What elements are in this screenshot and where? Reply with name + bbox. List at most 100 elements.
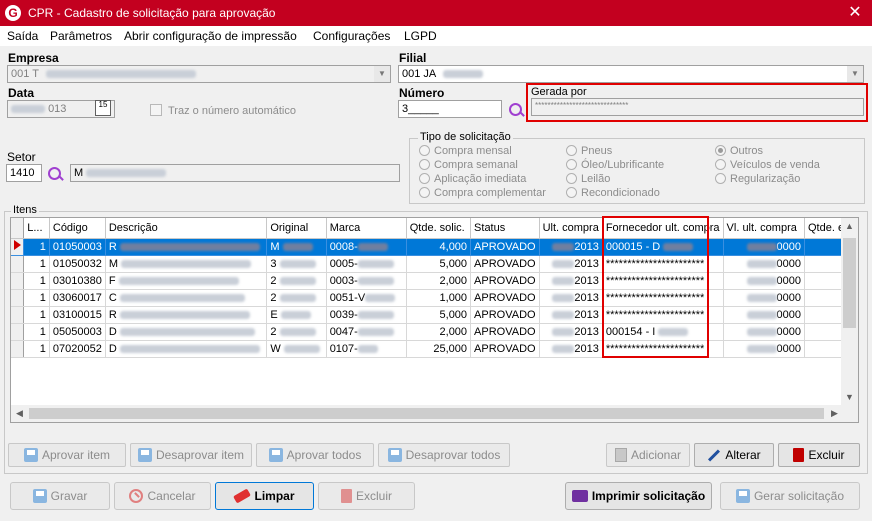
table-row[interactable]: 1 07020052 D W 0107- 25,000 APROVADO 201… (11, 340, 858, 358)
numero-label: Número (399, 86, 445, 100)
header-l[interactable]: L... (23, 218, 50, 239)
radio-circle[interactable] (419, 173, 430, 184)
radio-label: Compra semanal (434, 159, 518, 171)
header-ult-compra[interactable]: Ult. compra (539, 218, 603, 239)
scroll-thumb[interactable] (843, 238, 856, 328)
gravar-button[interactable]: Gravar (10, 482, 110, 510)
header-qtde-solic[interactable]: Qtde. solic. (406, 218, 472, 239)
radio-circle[interactable] (419, 159, 430, 170)
table-row[interactable]: 1 03100015 R E 0039- 5,000 APROVADO 2013… (11, 306, 858, 324)
numero-field[interactable]: 3_____ (398, 100, 502, 118)
cancelar-button[interactable]: Cancelar (114, 482, 211, 510)
radio-pneus[interactable]: Pneus (566, 145, 612, 157)
menu-configuracoes[interactable]: Configurações (313, 29, 390, 43)
radio-circle[interactable] (419, 145, 430, 156)
header-indicator (11, 218, 25, 239)
vertical-scrollbar[interactable]: ▲ ▼ (841, 218, 858, 406)
search-icon[interactable] (508, 102, 524, 118)
radio-circle[interactable] (566, 159, 577, 170)
redacted (357, 259, 394, 268)
adicionar-button[interactable]: Adicionar (606, 443, 690, 467)
scroll-right-icon[interactable]: ▶ (826, 405, 843, 422)
menu-lgpd[interactable]: LGPD (404, 29, 437, 43)
table-row[interactable]: 1 03010380 F 2 0003- 2,000 APROVADO 2013… (11, 272, 858, 290)
radio-leilao[interactable]: Leilão (566, 173, 610, 185)
radio-circle-selected[interactable] (715, 145, 726, 156)
gerar-solicitacao-button[interactable]: Gerar solicitação (720, 482, 860, 510)
radio-veiculos-venda[interactable]: Veículos de venda (715, 159, 820, 171)
aprovar-todos-button[interactable]: Aprovar todos (256, 443, 374, 467)
aprovar-item-button[interactable]: Aprovar item (8, 443, 126, 467)
row-indicator (11, 238, 25, 256)
scroll-down-icon[interactable]: ▼ (841, 389, 858, 406)
cell-original-text: M (270, 240, 280, 253)
radio-circle[interactable] (419, 187, 430, 198)
header-descricao[interactable]: Descrição (105, 218, 268, 239)
empresa-dropdown[interactable]: 001 T ▼ (7, 65, 391, 83)
header-codigo[interactable]: Código (49, 218, 106, 239)
horizontal-scrollbar[interactable]: ◀ ▶ (11, 405, 858, 422)
header-original[interactable]: Original (266, 218, 327, 239)
radio-compra-complementar[interactable]: Compra complementar (419, 187, 546, 199)
radio-circle[interactable] (715, 159, 726, 170)
radio-label: Aplicação imediata (434, 173, 527, 185)
alterar-button[interactable]: Alterar (694, 443, 774, 467)
header-vl-ult-compra[interactable]: Vl. ult. compra (723, 218, 805, 239)
radio-compra-mensal[interactable]: Compra mensal (419, 145, 512, 157)
itens-table[interactable]: L... Código Descrição Original Marca Qtd… (10, 217, 859, 423)
excluir-item-button[interactable]: Excluir (778, 443, 860, 467)
chevron-down-icon[interactable]: ▼ (847, 66, 863, 82)
menu-abrir-configuracao-impressao[interactable]: Abrir configuração de impressão (124, 29, 297, 43)
traz-numero-checkbox[interactable]: Traz o número automático (150, 104, 296, 117)
checkbox-box[interactable] (150, 104, 162, 116)
filial-dropdown[interactable]: 001 JA ▼ (398, 65, 864, 83)
redacted (119, 242, 260, 251)
redacted (552, 310, 575, 319)
desaprovar-todos-button[interactable]: Desaprovar todos (378, 443, 510, 467)
scroll-up-icon[interactable]: ▲ (841, 218, 858, 235)
chevron-down-icon[interactable]: ▼ (374, 66, 390, 82)
radio-circle[interactable] (566, 145, 577, 156)
radio-circle[interactable] (566, 173, 577, 184)
cell-ult-text: 2013 (574, 240, 599, 253)
limpar-button[interactable]: Limpar (215, 482, 314, 510)
table-row[interactable]: 1 03060017 C 2 0051-V 1,000 APROVADO 201… (11, 289, 858, 307)
imprimir-solicitacao-button[interactable]: Imprimir solicitação (565, 482, 712, 510)
table-row[interactable]: 1 01050003 R M 0008- 4,000 APROVADO 2013… (11, 238, 858, 256)
search-icon[interactable] (47, 166, 63, 182)
button-label: Gravar (50, 489, 88, 503)
menu-bar: Saída Parâmetros Abrir configuração de i… (0, 26, 872, 46)
header-status[interactable]: Status (470, 218, 540, 239)
cell-ult-text: 2013 (574, 291, 599, 304)
redacted (552, 344, 575, 353)
save-icon (268, 448, 283, 462)
scroll-thumb[interactable] (29, 408, 824, 419)
scroll-left-icon[interactable]: ◀ (11, 405, 28, 422)
radio-aplicacao-imediata[interactable]: Aplicação imediata (419, 173, 526, 185)
radio-circle[interactable] (715, 173, 726, 184)
setor-code-field[interactable]: 1410 (6, 164, 42, 182)
radio-label: Recondicionado (581, 187, 660, 199)
table-row[interactable]: 1 01050032 M 3 0005- 5,000 APROVADO 2013… (11, 255, 858, 273)
close-button[interactable]: ✕ (838, 0, 872, 26)
menu-saida[interactable]: Saída (7, 29, 38, 43)
save-icon (735, 489, 750, 503)
radio-outros[interactable]: Outros (715, 145, 763, 157)
radio-regularizacao[interactable]: Regularização (715, 173, 800, 185)
radio-compra-semanal[interactable]: Compra semanal (419, 159, 518, 171)
redacted (119, 310, 250, 319)
table-row[interactable]: 1 05050003 D 2 0047- 2,000 APROVADO 2013… (11, 323, 858, 341)
excluir-button[interactable]: Excluir (318, 482, 415, 510)
desaprovar-item-button[interactable]: Desaprovar item (130, 443, 252, 467)
radio-circle[interactable] (566, 187, 577, 198)
radio-oleo-lubrificante[interactable]: Óleo/Lubrificante (566, 159, 664, 171)
cell-ult-compra: 2013 (539, 255, 603, 273)
calendar-icon[interactable]: 15 (95, 100, 111, 116)
header-marca[interactable]: Marca (326, 218, 407, 239)
cell-codigo: 03100015 (49, 306, 106, 324)
radio-recondicionado[interactable]: Recondicionado (566, 187, 660, 199)
cell-vl-text: 0000 (776, 257, 801, 270)
menu-parametros[interactable]: Parâmetros (50, 29, 112, 43)
cell-original-text: 3 (270, 257, 277, 270)
cell-original: 3 (266, 255, 327, 273)
